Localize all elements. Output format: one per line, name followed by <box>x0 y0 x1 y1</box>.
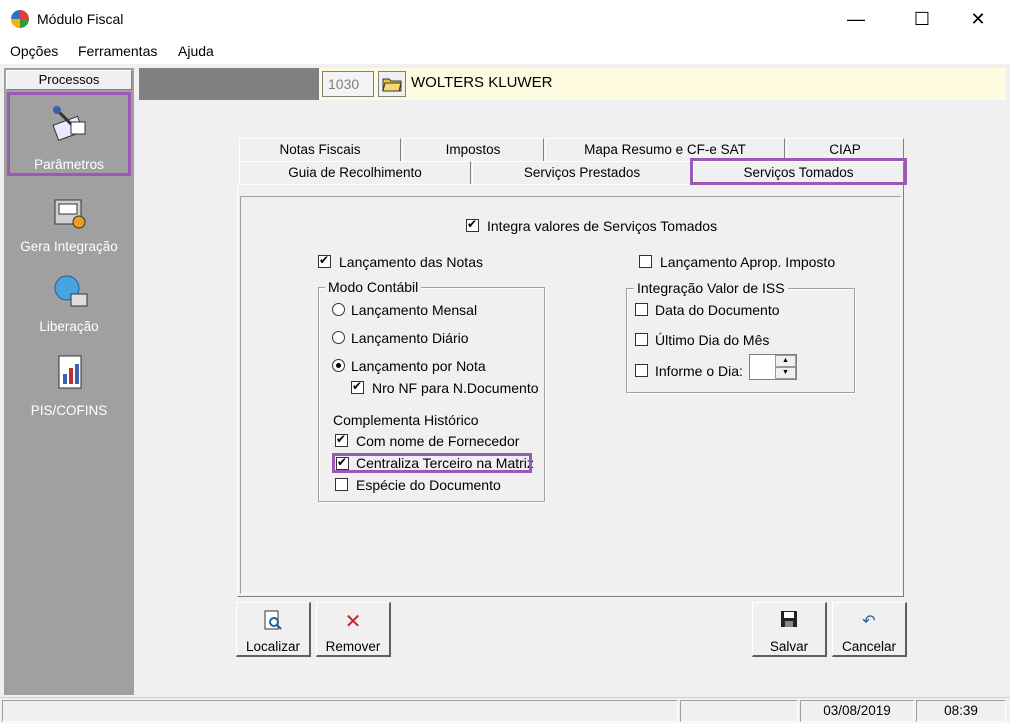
maximize-icon: ☐ <box>913 9 931 29</box>
spin-down-icon[interactable]: ▼ <box>775 367 796 379</box>
radio-label: Lançamento Mensal <box>351 302 478 318</box>
sidebar-item-gera-integracao[interactable]: Gera Integração <box>4 192 134 254</box>
undo-icon: ↶ <box>862 613 876 630</box>
app-icon <box>11 10 29 28</box>
sidebar-item-liberacao[interactable]: Liberação <box>4 272 134 334</box>
sidebar-header[interactable]: Processos <box>6 70 132 90</box>
pis-cofins-icon <box>58 355 82 389</box>
remove-icon: ✕ <box>344 611 362 633</box>
nro-nf-label: Nro NF para N.Documento <box>372 380 539 396</box>
integra-label: Integra valores de Serviços Tomados <box>487 218 718 234</box>
salvar-button[interactable]: Salvar <box>752 602 827 657</box>
lancamento-aprop-checkbox[interactable] <box>639 255 652 268</box>
company-name: WOLTERS KLUWER <box>411 74 553 91</box>
integra-checkbox[interactable] <box>466 217 479 232</box>
menu-opcoes[interactable]: Opções <box>10 43 58 59</box>
close-button[interactable]: ✕ <box>955 0 1001 40</box>
status-cell-main <box>2 700 678 722</box>
sidebar-item-label: PIS/COFINS <box>30 403 108 418</box>
ultimo-dia-checkbox[interactable] <box>635 333 648 346</box>
maximize-button[interactable]: ☐ <box>899 0 945 40</box>
status-date: 03/08/2019 <box>800 700 914 722</box>
close-icon: ✕ <box>970 9 986 29</box>
data-documento-checkbox[interactable] <box>635 303 648 316</box>
minimize-button[interactable]: — <box>833 0 879 40</box>
salvar-label: Salvar <box>769 639 809 654</box>
spin-up-icon[interactable]: ▲ <box>775 355 796 367</box>
minimize-icon: — <box>847 9 865 29</box>
sidebar-item-label: Gera Integração <box>20 239 118 254</box>
find-icon <box>264 610 282 630</box>
localizar-button[interactable]: Localizar <box>236 602 311 657</box>
modo-contabil-title: Modo Contábil <box>325 279 422 295</box>
tab-servicos-prestados[interactable]: Serviços Prestados <box>472 161 692 184</box>
especie-label: Espécie do Documento <box>356 477 501 493</box>
radio-lancamento-mensal[interactable] <box>332 303 345 316</box>
selection-highlight <box>7 92 131 176</box>
menu-ferramentas[interactable]: Ferramentas <box>78 43 157 59</box>
tab-impostos[interactable]: Impostos <box>402 138 544 161</box>
company-code-field[interactable]: 1030 <box>322 71 374 97</box>
radio-label: Lançamento Diário <box>351 330 469 346</box>
sidebar-item-pis-cofins[interactable]: PIS/COFINS <box>4 352 134 418</box>
active-tab-highlight <box>690 158 907 185</box>
tab-notas-fiscais[interactable]: Notas Fiscais <box>239 138 401 161</box>
day-spinner: ▲ ▼ <box>775 355 796 379</box>
radio-label: Lançamento por Nota <box>351 358 486 374</box>
lancamento-aprop-label: Lançamento Aprop. Imposto <box>660 254 836 270</box>
radio-lancamento-por-nota[interactable] <box>332 359 345 372</box>
informe-dia-checkbox[interactable] <box>635 364 648 377</box>
radio-lancamento-diario[interactable] <box>332 331 345 344</box>
release-icon <box>54 275 88 307</box>
lancamento-notas-label: Lançamento das Notas <box>339 254 483 270</box>
folder-icon <box>382 78 402 92</box>
sidebar-item-label: Liberação <box>39 319 99 334</box>
cancelar-label: Cancelar <box>841 639 897 654</box>
tab-guia-recolhimento[interactable]: Guia de Recolhimento <box>239 161 471 184</box>
informe-dia-label: Informe o Dia: <box>655 363 743 379</box>
centraliza-highlight <box>332 453 532 473</box>
save-icon <box>781 611 797 627</box>
status-time: 08:39 <box>916 700 1006 722</box>
complementa-title: Complementa Histórico <box>333 412 479 428</box>
com-nome-checkbox[interactable] <box>335 432 348 447</box>
open-company-button[interactable] <box>378 71 406 97</box>
especie-checkbox[interactable] <box>335 478 348 491</box>
ultimo-dia-label: Último Dia do Mês <box>655 332 770 348</box>
nro-nf-checkbox[interactable] <box>351 379 364 394</box>
integracao-iss-title: Integração Valor de ISS <box>634 280 788 296</box>
data-documento-label: Data do Documento <box>655 302 780 318</box>
status-cell-empty <box>680 700 798 722</box>
integration-icon <box>54 199 86 229</box>
lancamento-notas-checkbox[interactable] <box>318 253 331 268</box>
cancelar-button[interactable]: ↶ Cancelar <box>832 602 907 657</box>
window-title: Módulo Fiscal <box>37 11 124 27</box>
remover-label: Remover <box>325 639 381 654</box>
localizar-label: Localizar <box>245 639 301 654</box>
com-nome-label: Com nome de Fornecedor <box>356 433 520 449</box>
remover-button[interactable]: ✕ Remover <box>316 602 391 657</box>
menu-ajuda[interactable]: Ajuda <box>178 43 214 59</box>
company-bar-shade <box>139 68 319 100</box>
